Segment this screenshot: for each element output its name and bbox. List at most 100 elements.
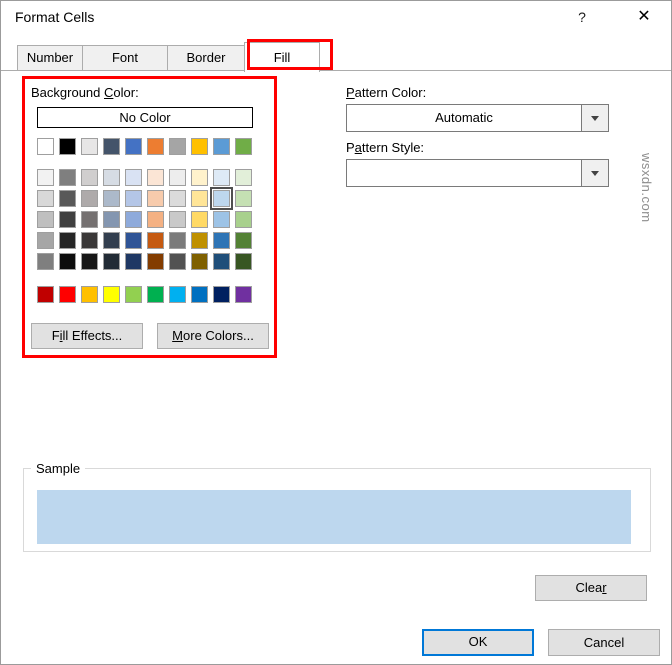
color-swatch[interactable] <box>169 138 186 155</box>
color-swatch[interactable] <box>191 253 208 270</box>
color-swatch[interactable] <box>235 190 252 207</box>
no-color-button[interactable]: No Color <box>37 107 253 128</box>
color-swatch[interactable] <box>213 211 230 228</box>
color-swatch[interactable] <box>213 169 230 186</box>
color-swatch[interactable] <box>81 169 98 186</box>
color-swatch[interactable] <box>235 211 252 228</box>
background-color-label: Background Color: <box>31 85 139 100</box>
tab-fill[interactable]: Fill <box>244 42 320 72</box>
color-swatch[interactable] <box>169 232 186 249</box>
color-swatch[interactable] <box>147 211 164 228</box>
color-swatch[interactable] <box>235 138 252 155</box>
color-swatch[interactable] <box>125 138 142 155</box>
color-swatch[interactable] <box>210 187 233 210</box>
color-swatch[interactable] <box>125 169 142 186</box>
color-swatch[interactable] <box>169 211 186 228</box>
color-swatch[interactable] <box>191 211 208 228</box>
color-swatch-row <box>37 138 252 155</box>
format-cells-dialog: Format Cells ? ✕ Number Font Border Fill… <box>0 0 672 665</box>
color-swatch[interactable] <box>37 138 54 155</box>
color-swatch[interactable] <box>235 169 252 186</box>
color-swatch[interactable] <box>213 286 230 303</box>
color-swatch[interactable] <box>147 138 164 155</box>
pattern-style-dropdown-button[interactable] <box>581 160 608 186</box>
color-swatch[interactable] <box>125 253 142 270</box>
color-swatch[interactable] <box>59 190 76 207</box>
color-swatch[interactable] <box>169 286 186 303</box>
color-swatch-row <box>37 169 252 186</box>
color-swatch[interactable] <box>103 138 120 155</box>
tab-border[interactable]: Border <box>167 45 245 71</box>
clear-button[interactable]: Clear <box>535 575 647 601</box>
color-swatch[interactable] <box>103 211 120 228</box>
color-swatch[interactable] <box>81 211 98 228</box>
color-swatch[interactable] <box>37 190 54 207</box>
color-swatch[interactable] <box>213 138 230 155</box>
color-swatch-row <box>37 187 252 210</box>
color-swatch[interactable] <box>59 232 76 249</box>
color-swatch[interactable] <box>125 232 142 249</box>
color-swatch[interactable] <box>59 138 76 155</box>
color-swatch[interactable] <box>213 253 230 270</box>
tab-font[interactable]: Font <box>82 45 168 71</box>
more-colors-button[interactable]: More Colors... <box>157 323 269 349</box>
color-swatch[interactable] <box>147 286 164 303</box>
color-swatch[interactable] <box>191 286 208 303</box>
color-swatch[interactable] <box>191 232 208 249</box>
color-swatch[interactable] <box>169 190 186 207</box>
color-swatch[interactable] <box>81 190 98 207</box>
color-swatch[interactable] <box>103 190 120 207</box>
color-swatch[interactable] <box>37 232 54 249</box>
color-swatch[interactable] <box>103 286 120 303</box>
tab-number[interactable]: Number <box>17 45 83 71</box>
color-swatch[interactable] <box>147 190 164 207</box>
color-swatch[interactable] <box>81 232 98 249</box>
color-swatch[interactable] <box>147 232 164 249</box>
pattern-style-value <box>347 160 581 186</box>
color-swatch[interactable] <box>147 169 164 186</box>
color-swatch[interactable] <box>169 253 186 270</box>
ok-button[interactable]: OK <box>422 629 534 656</box>
color-swatch[interactable] <box>103 169 120 186</box>
pattern-color-label: Pattern Color: <box>346 85 427 100</box>
color-swatch[interactable] <box>235 232 252 249</box>
color-swatch[interactable] <box>103 253 120 270</box>
pattern-color-dropdown-button[interactable] <box>581 105 608 131</box>
pattern-color-dropdown[interactable]: Automatic <box>346 104 609 132</box>
color-swatch[interactable] <box>103 232 120 249</box>
color-swatch[interactable] <box>191 190 208 207</box>
color-swatch[interactable] <box>81 253 98 270</box>
color-swatch[interactable] <box>169 169 186 186</box>
color-swatch[interactable] <box>59 169 76 186</box>
cancel-button[interactable]: Cancel <box>548 629 660 656</box>
close-icon[interactable]: ✕ <box>629 5 659 29</box>
color-swatch-row <box>37 286 252 303</box>
color-swatch[interactable] <box>37 286 54 303</box>
color-swatch[interactable] <box>125 211 142 228</box>
color-swatch[interactable] <box>235 286 252 303</box>
fill-effects-button[interactable]: Fill Effects... <box>31 323 143 349</box>
color-swatch[interactable] <box>191 138 208 155</box>
color-swatch[interactable] <box>125 190 142 207</box>
tab-strip: Number Font Border Fill <box>17 42 320 72</box>
color-swatch[interactable] <box>37 169 54 186</box>
color-swatch[interactable] <box>59 253 76 270</box>
color-swatch[interactable] <box>59 286 76 303</box>
help-icon[interactable]: ? <box>571 7 593 27</box>
color-swatch[interactable] <box>235 253 252 270</box>
color-swatch[interactable] <box>147 253 164 270</box>
color-swatch[interactable] <box>81 286 98 303</box>
color-swatch[interactable] <box>37 211 54 228</box>
chevron-down-icon <box>591 170 599 176</box>
color-swatch[interactable] <box>59 211 76 228</box>
pattern-style-dropdown[interactable] <box>346 159 609 187</box>
color-swatch[interactable] <box>191 169 208 186</box>
color-swatch[interactable] <box>213 232 230 249</box>
color-swatch[interactable] <box>81 138 98 155</box>
color-swatch[interactable] <box>37 253 54 270</box>
color-swatch-row <box>37 211 252 228</box>
color-swatch[interactable] <box>125 286 142 303</box>
chevron-down-icon <box>591 115 599 121</box>
pattern-color-value: Automatic <box>435 110 493 125</box>
pattern-style-label: Pattern Style: <box>346 140 425 155</box>
